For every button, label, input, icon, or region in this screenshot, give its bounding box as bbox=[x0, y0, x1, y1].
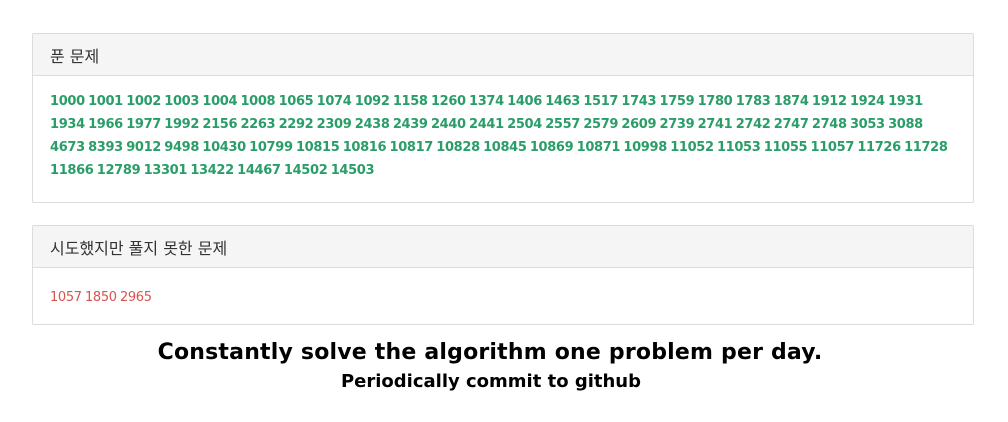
problem-link[interactable]: 1008 bbox=[240, 94, 275, 109]
problem-link[interactable]: 2557 bbox=[545, 117, 580, 132]
problem-link[interactable]: 10799 bbox=[249, 140, 293, 155]
problem-link[interactable]: 1406 bbox=[507, 94, 542, 109]
problem-link[interactable]: 1874 bbox=[774, 94, 809, 109]
problem-link[interactable]: 2156 bbox=[202, 117, 237, 132]
caption-main: Constantly solve the algorithm one probl… bbox=[157, 340, 823, 365]
problem-link[interactable]: 3088 bbox=[888, 117, 923, 132]
problem-link[interactable]: 14502 bbox=[284, 163, 328, 178]
problem-link[interactable]: 1000 bbox=[50, 94, 85, 109]
caption-sub: Periodically commit to github bbox=[340, 371, 642, 392]
problem-link[interactable]: 2292 bbox=[279, 117, 314, 132]
problem-link[interactable]: 1966 bbox=[88, 117, 123, 132]
problem-link[interactable]: 2438 bbox=[355, 117, 390, 132]
problem-link[interactable]: 2747 bbox=[774, 117, 809, 132]
problem-link[interactable]: 11053 bbox=[717, 140, 761, 155]
problem-link[interactable]: 2739 bbox=[660, 117, 695, 132]
failed-problem-list: 1057 1850 2965 bbox=[50, 282, 956, 309]
problem-link[interactable]: 2263 bbox=[240, 117, 275, 132]
problem-link[interactable]: 1759 bbox=[660, 94, 695, 109]
problem-link[interactable]: 2741 bbox=[698, 117, 733, 132]
problem-link[interactable]: 1780 bbox=[698, 94, 733, 109]
problem-link[interactable]: 2441 bbox=[469, 117, 504, 132]
problem-link[interactable]: 1374 bbox=[469, 94, 504, 109]
problem-link[interactable]: 1260 bbox=[431, 94, 466, 109]
problem-link[interactable]: 1912 bbox=[812, 94, 847, 109]
problem-link[interactable]: 9498 bbox=[164, 140, 199, 155]
problem-link[interactable]: 1158 bbox=[393, 94, 428, 109]
solved-panel-heading: 푼 문제 bbox=[33, 34, 973, 76]
problem-link[interactable]: 11866 bbox=[50, 163, 94, 178]
problem-link[interactable]: 1092 bbox=[355, 94, 390, 109]
problem-link[interactable]: 10817 bbox=[390, 140, 434, 155]
problem-link[interactable]: 2748 bbox=[812, 117, 847, 132]
failed-panel-title: 시도했지만 풀지 못한 문제 bbox=[50, 238, 228, 258]
problem-link[interactable]: 1850 bbox=[85, 290, 117, 305]
problem-link[interactable]: 10845 bbox=[483, 140, 527, 155]
problem-link[interactable]: 13422 bbox=[190, 163, 234, 178]
problem-link[interactable]: 2504 bbox=[507, 117, 542, 132]
problem-link[interactable]: 14503 bbox=[331, 163, 375, 178]
problem-link[interactable]: 2579 bbox=[583, 117, 618, 132]
problem-link[interactable]: 10828 bbox=[436, 140, 480, 155]
failed-problems-panel: 시도했지만 풀지 못한 문제 1057 1850 2965 bbox=[32, 225, 974, 325]
problem-link[interactable]: 10998 bbox=[623, 140, 667, 155]
problem-link[interactable]: 11057 bbox=[811, 140, 855, 155]
problem-link[interactable]: 2965 bbox=[120, 290, 152, 305]
solved-problems-panel: 푼 문제 1000 1001 1002 1003 1004 1008 1065 … bbox=[32, 33, 974, 203]
problem-link[interactable]: 1924 bbox=[850, 94, 885, 109]
problem-link[interactable]: 2742 bbox=[736, 117, 771, 132]
problem-link[interactable]: 11728 bbox=[904, 140, 948, 155]
problem-link[interactable]: 8393 bbox=[88, 140, 123, 155]
problem-link[interactable]: 10869 bbox=[530, 140, 574, 155]
problem-link[interactable]: 2309 bbox=[317, 117, 352, 132]
problem-link[interactable]: 1934 bbox=[50, 117, 85, 132]
problem-link[interactable]: 9012 bbox=[126, 140, 161, 155]
problem-link[interactable]: 11726 bbox=[857, 140, 901, 155]
problem-link[interactable]: 11052 bbox=[670, 140, 714, 155]
problem-link[interactable]: 2609 bbox=[621, 117, 656, 132]
problem-link[interactable]: 1001 bbox=[88, 94, 123, 109]
problem-link[interactable]: 10815 bbox=[296, 140, 340, 155]
solved-problem-list: 1000 1001 1002 1003 1004 1008 1065 1074 … bbox=[50, 90, 956, 182]
problem-link[interactable]: 1057 bbox=[50, 290, 82, 305]
problem-link[interactable]: 1743 bbox=[621, 94, 656, 109]
problem-link[interactable]: 1074 bbox=[317, 94, 352, 109]
problem-link[interactable]: 12789 bbox=[97, 163, 141, 178]
problem-link[interactable]: 1977 bbox=[126, 117, 161, 132]
problem-link[interactable]: 1004 bbox=[202, 94, 237, 109]
problem-link[interactable]: 1065 bbox=[279, 94, 314, 109]
failed-panel-heading: 시도했지만 풀지 못한 문제 bbox=[33, 226, 973, 268]
problem-link[interactable]: 14467 bbox=[237, 163, 281, 178]
problem-link[interactable]: 1783 bbox=[736, 94, 771, 109]
problem-link[interactable]: 2439 bbox=[393, 117, 428, 132]
problem-link[interactable]: 13301 bbox=[144, 163, 188, 178]
solved-panel-body: 1000 1001 1002 1003 1004 1008 1065 1074 … bbox=[33, 76, 973, 182]
problem-link[interactable]: 1002 bbox=[126, 94, 161, 109]
problem-link[interactable]: 1003 bbox=[164, 94, 199, 109]
problem-link[interactable]: 2440 bbox=[431, 117, 466, 132]
problem-link[interactable]: 1517 bbox=[583, 94, 618, 109]
problem-link[interactable]: 4673 bbox=[50, 140, 85, 155]
failed-panel-body: 1057 1850 2965 bbox=[33, 268, 973, 309]
problem-link[interactable]: 1463 bbox=[545, 94, 580, 109]
problem-link[interactable]: 10430 bbox=[202, 140, 246, 155]
problem-link[interactable]: 3053 bbox=[850, 117, 885, 132]
problem-link[interactable]: 1992 bbox=[164, 117, 199, 132]
problem-link[interactable]: 1931 bbox=[888, 94, 923, 109]
solved-panel-title: 푼 문제 bbox=[50, 46, 100, 66]
problem-link[interactable]: 11055 bbox=[764, 140, 808, 155]
problem-link[interactable]: 10871 bbox=[577, 140, 621, 155]
problem-link[interactable]: 10816 bbox=[343, 140, 387, 155]
